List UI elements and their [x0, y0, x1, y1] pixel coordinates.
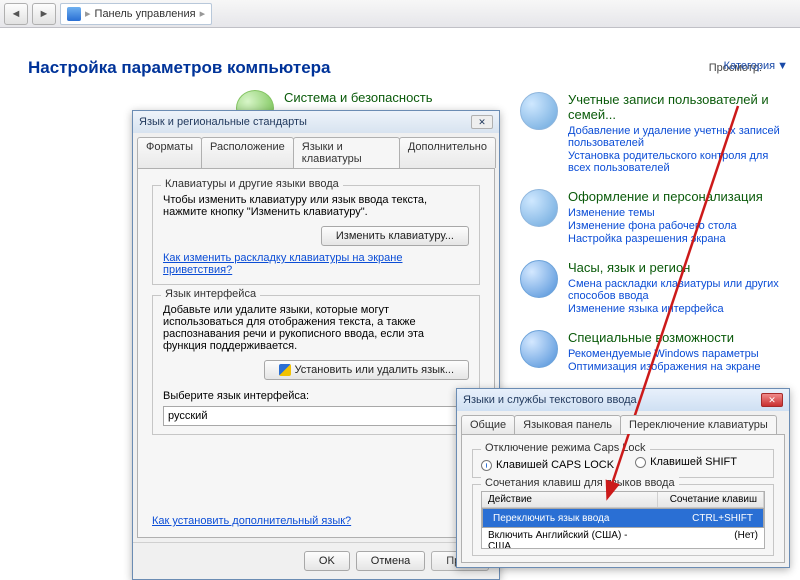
link-theme[interactable]: Изменение темы [568, 207, 763, 219]
category-title[interactable]: Часы, язык и регион [568, 260, 790, 275]
tab-advanced[interactable]: Дополнительно [399, 137, 496, 168]
group-ui-language: Язык интерфейса Добавьте или удалите язы… [152, 295, 480, 435]
ease-icon [520, 330, 558, 368]
radio-dot-selected [481, 460, 492, 471]
tab-bar: Общие Языковая панель Переключение клави… [461, 415, 785, 434]
explorer-toolbar: ◄ ► ▸ Панель управления ▸ [0, 0, 800, 28]
category-title[interactable]: Система и безопасность [284, 90, 433, 105]
group-keyboards: Клавиатуры и другие языки ввода Чтобы из… [152, 185, 480, 285]
install-language-button[interactable]: Установить или удалить язык... [264, 360, 470, 380]
col-action: Действие [482, 492, 658, 507]
tab-formats[interactable]: Форматы [137, 137, 202, 168]
link-change-layout[interactable]: Смена раскладки клавиатуры или других сп… [568, 278, 790, 302]
back-button[interactable]: ◄ [4, 3, 28, 25]
view-dropdown[interactable]: Категория ▼ [724, 60, 788, 72]
category-list: Учетные записи пользователей и семей... … [520, 92, 790, 388]
link-parental-control[interactable]: Установка родительского контроля для все… [568, 150, 790, 174]
category-users: Учетные записи пользователей и семей... … [520, 92, 790, 175]
category-title[interactable]: Оформление и персонализация [568, 189, 763, 204]
dialog-controls: ✕ [471, 115, 493, 129]
shield-icon [279, 364, 291, 376]
dialog-titlebar[interactable]: Языки и службы текстового ввода ✕ [457, 389, 789, 411]
link-optimize-display[interactable]: Оптимизация изображения на экране [568, 361, 761, 373]
control-panel-icon [67, 7, 81, 21]
group-title: Клавиатуры и другие языки ввода [161, 178, 343, 190]
ui-language-select[interactable]: русский ▾ [163, 406, 469, 426]
group-title: Сочетания клавиш для языков ввода [481, 477, 679, 489]
breadcrumb-root[interactable]: Панель управления [95, 8, 196, 20]
dialog-button-row: OK Отмена Прим [133, 542, 499, 579]
radio-shift[interactable]: Клавишей SHIFT [635, 456, 737, 468]
tab-general[interactable]: Общие [461, 415, 515, 434]
group-title: Язык интерфейса [161, 288, 260, 300]
category-ease-of-access: Специальные возможности Рекомендуемые Wi… [520, 330, 790, 374]
dialog-controls: ✕ [761, 393, 783, 407]
dialog-language-region: Язык и региональные стандарты ✕ Форматы … [132, 110, 500, 580]
group-title: Отключение режима Caps Lock [481, 442, 650, 454]
forward-button[interactable]: ► [32, 3, 56, 25]
tab-bar: Форматы Расположение Языки и клавиатуры … [137, 137, 495, 168]
cancel-button[interactable]: Отмена [356, 551, 425, 571]
tab-languages-keyboards[interactable]: Языки и клавиатуры [293, 137, 400, 168]
tab-language-bar[interactable]: Языковая панель [514, 415, 621, 434]
dialog-title: Языки и службы текстового ввода [463, 394, 637, 406]
address-bar[interactable]: ▸ Панель управления ▸ [60, 3, 212, 25]
dialog-text-services: Языки и службы текстового ввода ✕ Общие … [456, 388, 790, 568]
close-button[interactable]: ✕ [761, 393, 783, 407]
list-row[interactable]: Переключить язык ввода CTRL+SHIFT [482, 508, 764, 528]
tab-pane: Клавиатуры и другие языки ввода Чтобы из… [137, 168, 495, 538]
globe-icon [520, 260, 558, 298]
theme-icon [520, 189, 558, 227]
select-label: Выберите язык интерфейса: [163, 390, 469, 402]
link-add-remove-users[interactable]: Добавление и удаление учетных записей по… [568, 125, 790, 149]
tab-location[interactable]: Расположение [201, 137, 294, 168]
view-value: Категория [724, 60, 775, 72]
dialog-titlebar[interactable]: Язык и региональные стандарты ✕ [133, 111, 499, 133]
link-background[interactable]: Изменение фона рабочего стола [568, 220, 763, 232]
change-keyboard-button[interactable]: Изменить клавиатуру... [321, 226, 469, 246]
crumb-sep: ▸ [85, 7, 91, 20]
chevron-down-icon: ▼ [777, 60, 788, 72]
hotkey-list[interactable]: Действие Сочетание клавиш Переключить яз… [481, 491, 765, 549]
list-header: Действие Сочетание клавиш [482, 492, 764, 508]
dialog-title: Язык и региональные стандарты [139, 116, 307, 128]
group-caps-lock: Отключение режима Caps Lock Клавишей CAP… [472, 449, 774, 478]
group-text: Добавьте или удалите языки, которые могу… [163, 304, 469, 352]
select-value: русский [168, 410, 207, 422]
category-title[interactable]: Специальные возможности [568, 330, 761, 345]
link-recommended[interactable]: Рекомендуемые Windows параметры [568, 348, 761, 360]
group-text: Чтобы изменить клавиатуру или язык ввода… [163, 194, 469, 218]
group-hotkeys: Сочетания клавиш для языков ввода Действ… [472, 484, 774, 556]
link-welcome-layout[interactable]: Как изменить раскладку клавиатуры на экр… [163, 252, 402, 276]
link-install-extra-lang[interactable]: Как установить дополнительный язык? [152, 515, 351, 527]
radio-dot [635, 457, 646, 468]
radio-caps-lock[interactable]: Клавишей CAPS LOCK [481, 459, 614, 471]
close-button[interactable]: ✕ [471, 115, 493, 129]
category-personalization: Оформление и персонализация Изменение те… [520, 189, 790, 246]
tab-keyboard-switch[interactable]: Переключение клавиатуры [620, 415, 777, 434]
users-icon [520, 92, 558, 130]
crumb-sep-2: ▸ [200, 7, 206, 20]
col-hotkey: Сочетание клавиш [658, 492, 764, 507]
link-change-ui-lang[interactable]: Изменение языка интерфейса [568, 303, 790, 315]
category-title[interactable]: Учетные записи пользователей и семей... [568, 92, 790, 122]
ok-button[interactable]: OK [304, 551, 350, 571]
link-resolution[interactable]: Настройка разрешения экрана [568, 233, 763, 245]
list-row[interactable]: Включить Английский (США) - США (Нет) [482, 528, 764, 549]
category-clock-region: Часы, язык и регион Смена раскладки клав… [520, 260, 790, 316]
page-title: Настройка параметров компьютера [28, 58, 772, 78]
